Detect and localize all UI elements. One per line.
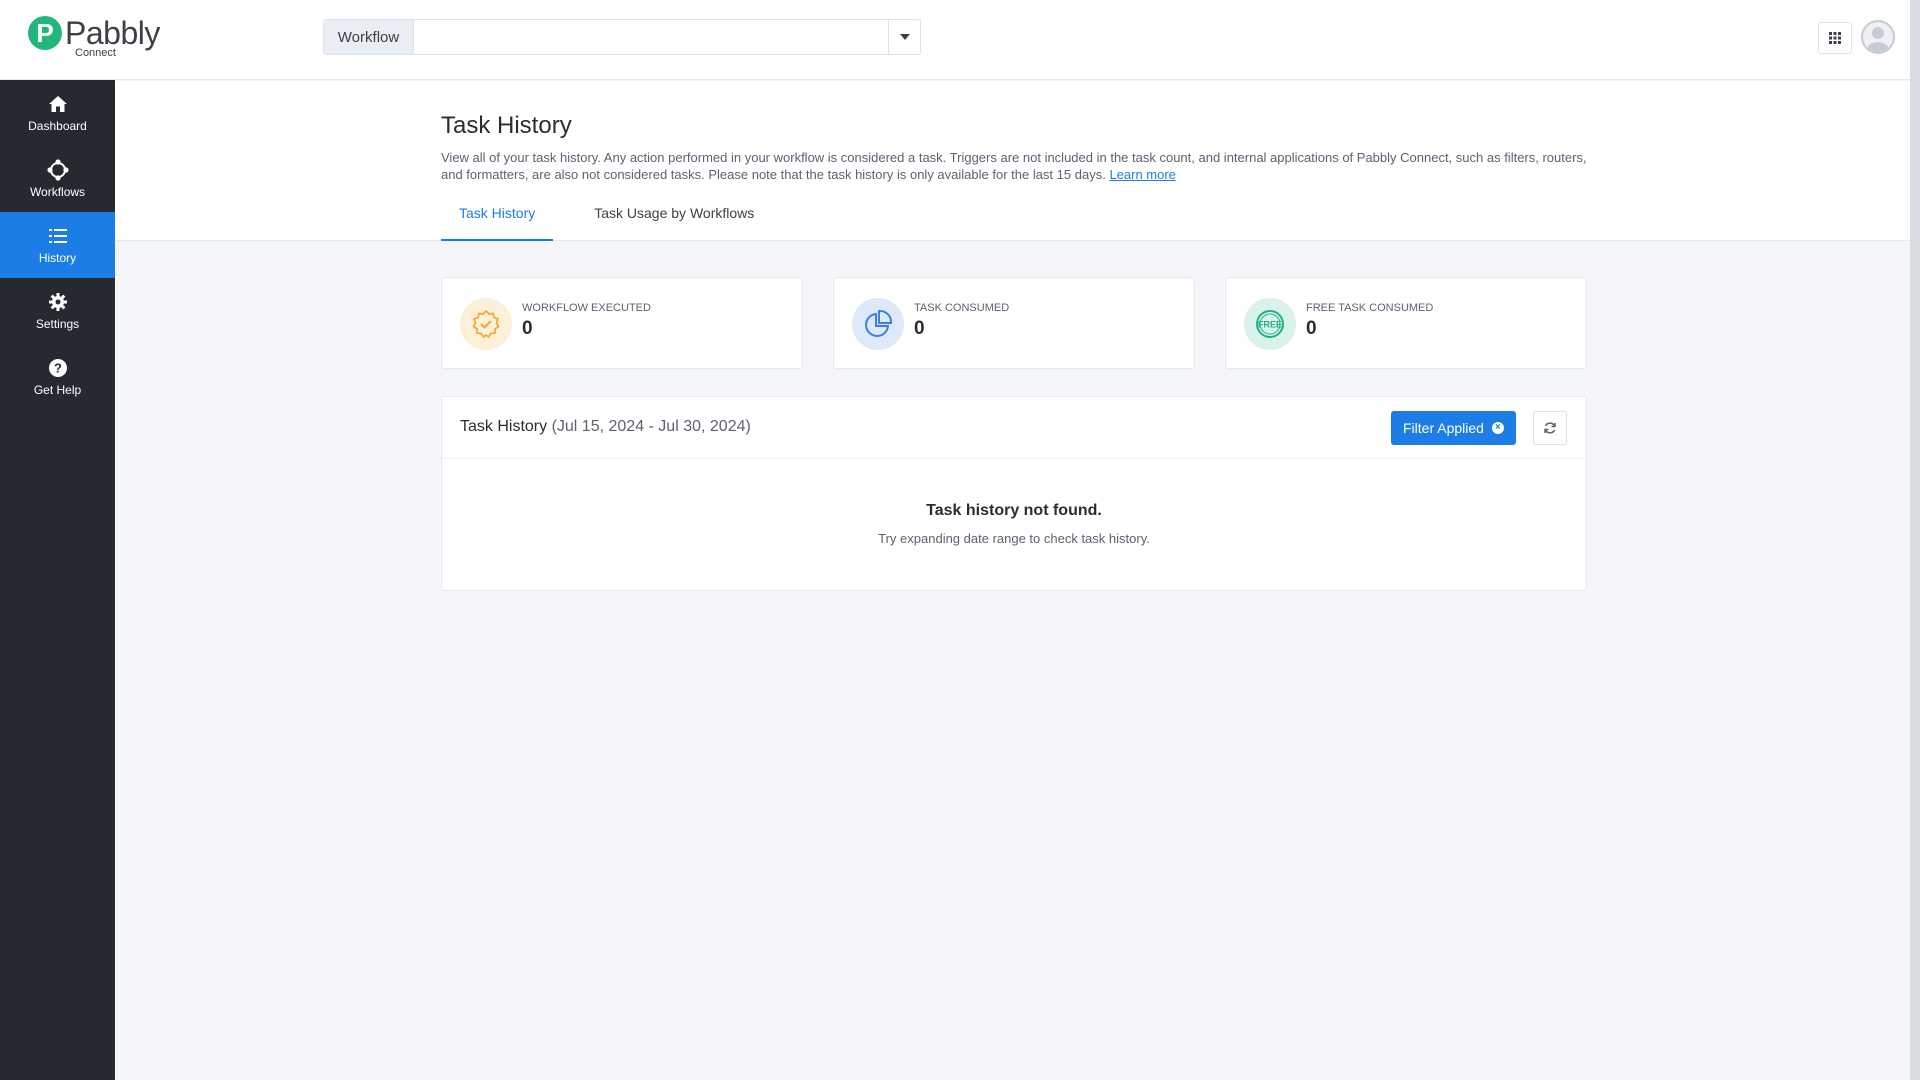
sidebar-item-label: Dashboard xyxy=(28,119,87,133)
sidebar-item-settings[interactable]: Settings xyxy=(0,278,115,344)
close-circle-icon[interactable]: × xyxy=(1491,422,1504,434)
page-header: Task History View all of your task histo… xyxy=(115,81,1910,241)
help-icon: ? xyxy=(48,357,68,379)
empty-state-subtitle: Try expanding date range to check task h… xyxy=(878,531,1150,546)
panel-title-text: Task History xyxy=(460,418,548,435)
user-icon xyxy=(1867,27,1889,52)
logo-text: Pabbly Connect xyxy=(65,15,160,59)
refresh-icon xyxy=(1544,422,1556,434)
pabbly-logo[interactable]: P Pabbly Connect xyxy=(28,15,160,59)
date-range: (Jul 15, 2024 - Jul 30, 2024) xyxy=(551,418,751,435)
stat-label: FREE TASK CONSUMED xyxy=(1306,302,1434,314)
tab-task-history[interactable]: Task History xyxy=(441,195,554,241)
logo-word: Pabbly xyxy=(65,15,160,51)
empty-state-title: Task history not found. xyxy=(926,502,1102,519)
workflow-select-value[interactable] xyxy=(414,20,888,54)
sidebar-item-label: Workflows xyxy=(29,185,86,199)
page-description-text: View all of your task history. Any actio… xyxy=(441,150,1587,182)
panel-header: Task History (Jul 15, 2024 - Jul 30, 202… xyxy=(442,397,1586,459)
chevron-down-icon[interactable] xyxy=(888,20,920,54)
user-avatar[interactable] xyxy=(1861,20,1895,54)
tab-task-usage-by-workflows[interactable]: Task Usage by Workflows xyxy=(576,195,772,241)
filter-applied-button[interactable]: Filter Applied × xyxy=(1391,411,1516,445)
stat-label: TASK CONSUMED xyxy=(914,302,1010,314)
page-title: Task History xyxy=(441,112,572,139)
logo-sub: Connect xyxy=(75,47,116,59)
refresh-button[interactable] xyxy=(1533,411,1567,445)
history-list-icon xyxy=(48,225,68,247)
window-scrollbar[interactable] xyxy=(1910,0,1920,1080)
pie-chart-icon xyxy=(852,298,904,350)
badge-check-icon xyxy=(460,298,512,350)
grid-icon xyxy=(1829,32,1841,44)
sidebar-item-label: Get Help xyxy=(33,383,82,397)
apps-grid-button[interactable] xyxy=(1818,22,1852,54)
svg-text:FREE: FREE xyxy=(1258,320,1282,330)
workflows-icon xyxy=(46,159,69,181)
sidebar-item-label: Settings xyxy=(35,317,80,331)
workflow-select-label: Workflow xyxy=(324,20,414,54)
panel-title: Task History (Jul 15, 2024 - Jul 30, 202… xyxy=(460,418,751,436)
sidebar-item-dashboard[interactable]: Dashboard xyxy=(0,80,115,146)
stat-card-task-consumed: TASK CONSUMED 0 xyxy=(833,277,1195,369)
sidebar-item-get-help[interactable]: ? Get Help xyxy=(0,344,115,410)
home-icon xyxy=(48,93,68,115)
sidebar-item-label: History xyxy=(38,251,77,265)
free-badge-icon: FREE xyxy=(1244,298,1296,350)
sidebar-item-workflows[interactable]: Workflows xyxy=(0,146,115,212)
stat-value: 0 xyxy=(914,318,925,339)
stat-value: 0 xyxy=(1306,318,1317,339)
stat-label: WORKFLOW EXECUTED xyxy=(522,302,651,314)
learn-more-link[interactable]: Learn more xyxy=(1109,167,1175,182)
svg-text:?: ? xyxy=(54,361,62,376)
task-history-panel: Task History (Jul 15, 2024 - Jul 30, 202… xyxy=(441,396,1587,591)
stat-value: 0 xyxy=(522,318,533,339)
sidebar: Dashboard Workflows History Settings ? G… xyxy=(0,80,115,1080)
filter-button-label: Filter Applied xyxy=(1403,420,1484,436)
stat-card-free-task-consumed: FREE FREE TASK CONSUMED 0 xyxy=(1225,277,1587,369)
stat-card-workflow-executed: WORKFLOW EXECUTED 0 xyxy=(441,277,803,369)
gear-icon xyxy=(48,291,68,313)
top-header: P Pabbly Connect Workflow xyxy=(0,0,1910,80)
tab-bar: Task History Task Usage by Workflows xyxy=(441,195,772,241)
page-description: View all of your task history. Any actio… xyxy=(441,149,1591,183)
pabbly-logo-mark: P xyxy=(28,16,62,50)
workflow-select[interactable]: Workflow xyxy=(323,19,921,55)
sidebar-item-history[interactable]: History xyxy=(0,212,115,278)
